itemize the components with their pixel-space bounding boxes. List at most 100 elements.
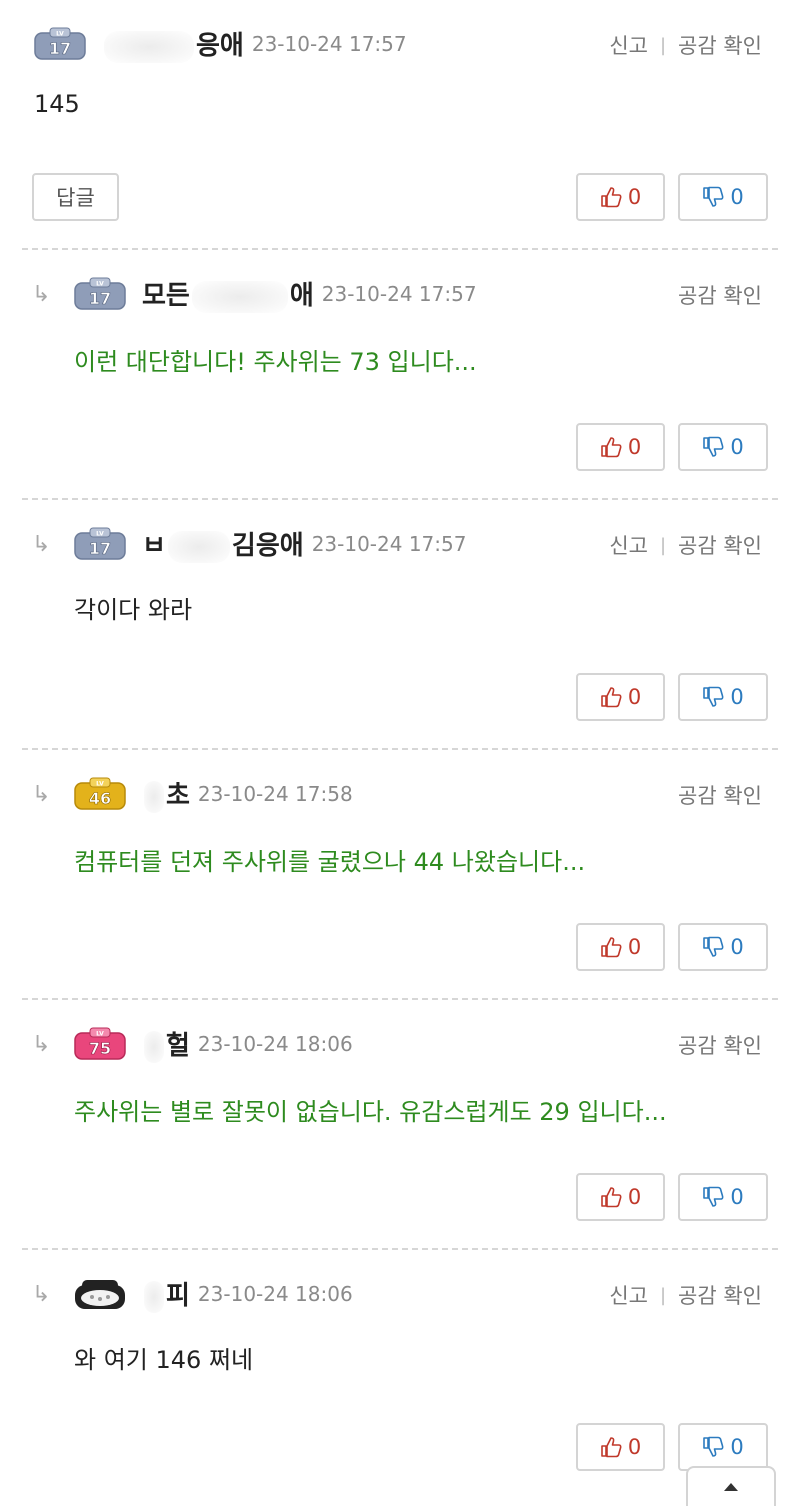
svg-text:LV: LV — [96, 1031, 104, 1038]
chevron-up-icon — [722, 1478, 740, 1506]
dislike-button[interactable]: 0 — [678, 173, 768, 221]
svg-text:LV: LV — [96, 781, 104, 788]
svg-text:LV: LV — [96, 531, 104, 538]
comment-item: LV 17 응애 23-10-24 17:57 신고 | 공감 확인 145 답… — [0, 0, 800, 250]
comment-date: 23-10-24 17:58 — [197, 782, 353, 806]
confirm-likes-link[interactable]: 공감 확인 — [678, 1030, 762, 1060]
like-button[interactable]: 0 — [576, 173, 665, 221]
dislike-count: 0 — [730, 1435, 744, 1459]
reply-arrow-icon: ↳ — [32, 282, 51, 307]
thumbs-up-icon — [600, 1436, 622, 1458]
comment-date: 23-10-24 17:57 — [321, 282, 477, 306]
blurred-nickname — [191, 280, 288, 313]
confirm-likes-link[interactable]: 공감 확인 — [678, 780, 762, 810]
like-count: 0 — [627, 185, 642, 209]
nickname[interactable]: 초 — [142, 775, 190, 813]
like-button[interactable]: 0 — [576, 923, 665, 971]
comment-meta: LV 75 헐 23-10-24 18:06 — [72, 1025, 353, 1063]
action-separator: | — [659, 1284, 667, 1306]
confirm-likes-link[interactable]: 공감 확인 — [678, 1280, 762, 1310]
reply-item: ↳ LV 75 헐 23-10-24 18:06 공감 확인 주사위는 별로 잘… — [0, 1000, 800, 1250]
dislike-button[interactable]: 0 — [678, 1173, 768, 1221]
dislike-count: 0 — [730, 185, 744, 209]
confirm-likes-link[interactable]: 공감 확인 — [678, 30, 762, 60]
like-button[interactable]: 0 — [576, 1173, 665, 1221]
like-button[interactable]: 0 — [576, 673, 665, 721]
svg-text:LV: LV — [96, 281, 104, 288]
comment-date: 23-10-24 18:06 — [197, 1032, 353, 1056]
reply-item: ↳ LV 17 모든 애 23-10-24 17:57 공감 확인 이런 대단합니… — [0, 250, 800, 500]
level-badge-icon — [72, 1277, 128, 1311]
level-badge-icon: LV 17 — [72, 277, 128, 311]
blurred-nickname — [104, 30, 194, 63]
dislike-count: 0 — [730, 435, 744, 459]
nickname[interactable]: 피 — [142, 1275, 190, 1313]
like-count: 0 — [627, 1435, 642, 1459]
thumbs-down-icon — [702, 936, 724, 958]
reply-arrow-icon: ↳ — [32, 1282, 51, 1307]
comment-date: 23-10-24 17:57 — [251, 32, 407, 56]
level-number: 17 — [49, 39, 71, 58]
level-badge-icon: LV 75 — [72, 1027, 128, 1061]
report-link[interactable]: 신고 — [609, 30, 648, 60]
comment-actions: 공감 확인 — [678, 1030, 762, 1060]
svg-text:LV: LV — [56, 31, 64, 38]
comment-meta: LV 46 초 23-10-24 17:58 — [72, 775, 353, 813]
thumbs-down-icon — [702, 686, 724, 708]
like-count: 0 — [627, 1185, 642, 1209]
dislike-button[interactable]: 0 — [678, 673, 768, 721]
thumbs-up-icon — [600, 186, 622, 208]
nickname[interactable]: 모든 애 — [142, 275, 314, 313]
reply-arrow-icon: ↳ — [32, 782, 51, 807]
thumbs-down-icon — [702, 1436, 724, 1458]
report-link[interactable]: 신고 — [609, 530, 648, 560]
like-button[interactable]: 0 — [576, 423, 665, 471]
reply-item: ↳ 피 23-10-24 18:06 신고 | 공감 확인 와 여기 146 쩌… — [0, 1250, 800, 1500]
reply-item: ↳ LV 17 ㅂ 김응애 23-10-24 17:57 신고 | 공감 확인 각… — [0, 500, 800, 750]
like-count: 0 — [627, 935, 642, 959]
blurred-nickname — [144, 780, 164, 813]
nickname[interactable]: ㅂ 김응애 — [142, 525, 304, 563]
blurred-nickname — [144, 1030, 164, 1063]
blurred-nickname — [144, 1280, 164, 1313]
comment-meta: LV 17 ㅂ 김응애 23-10-24 17:57 — [72, 525, 467, 563]
confirm-likes-link[interactable]: 공감 확인 — [678, 280, 762, 310]
like-count: 0 — [627, 685, 642, 709]
confirm-likes-link[interactable]: 공감 확인 — [678, 530, 762, 560]
level-badge-icon: LV 17 — [72, 527, 128, 561]
comment-meta: 피 23-10-24 18:06 — [72, 1275, 353, 1313]
thumbs-up-icon — [600, 686, 622, 708]
scroll-top-button[interactable] — [686, 1466, 776, 1506]
reply-arrow-icon: ↳ — [32, 532, 51, 557]
level-badge-icon: LV 17 — [32, 27, 88, 61]
report-link[interactable]: 신고 — [609, 1280, 648, 1310]
nickname[interactable]: 헐 — [142, 1025, 190, 1063]
level-number: 17 — [89, 539, 111, 558]
comment-date: 23-10-24 17:57 — [311, 532, 467, 556]
comment-actions: 신고 | 공감 확인 — [609, 30, 762, 60]
action-separator: | — [659, 534, 667, 556]
dislike-button[interactable]: 0 — [678, 1423, 768, 1471]
dislike-count: 0 — [730, 935, 744, 959]
comment-text: 각이다 와라 — [74, 596, 193, 624]
nickname[interactable]: 응애 — [102, 25, 244, 63]
level-number: 17 — [89, 289, 111, 308]
level-badge-icon: LV 46 — [72, 777, 128, 811]
dislike-count: 0 — [730, 1185, 744, 1209]
comment-meta: LV 17 모든 애 23-10-24 17:57 — [72, 275, 477, 313]
like-button[interactable]: 0 — [576, 1423, 665, 1471]
reply-item: ↳ LV 46 초 23-10-24 17:58 공감 확인 컴퓨터를 던져 주… — [0, 750, 800, 1000]
dislike-button[interactable]: 0 — [678, 923, 768, 971]
comment-text: 145 — [34, 90, 80, 118]
dislike-count: 0 — [730, 685, 744, 709]
reply-button[interactable]: 답글 — [32, 173, 119, 221]
thumbs-up-icon — [600, 1186, 622, 1208]
thumbs-down-icon — [702, 436, 724, 458]
dislike-button[interactable]: 0 — [678, 423, 768, 471]
level-number: 75 — [89, 1039, 111, 1058]
comment-meta: LV 17 응애 23-10-24 17:57 — [32, 25, 407, 63]
like-count: 0 — [627, 435, 642, 459]
action-separator: | — [659, 34, 667, 56]
blurred-nickname — [167, 530, 230, 563]
level-number: 46 — [89, 789, 111, 808]
